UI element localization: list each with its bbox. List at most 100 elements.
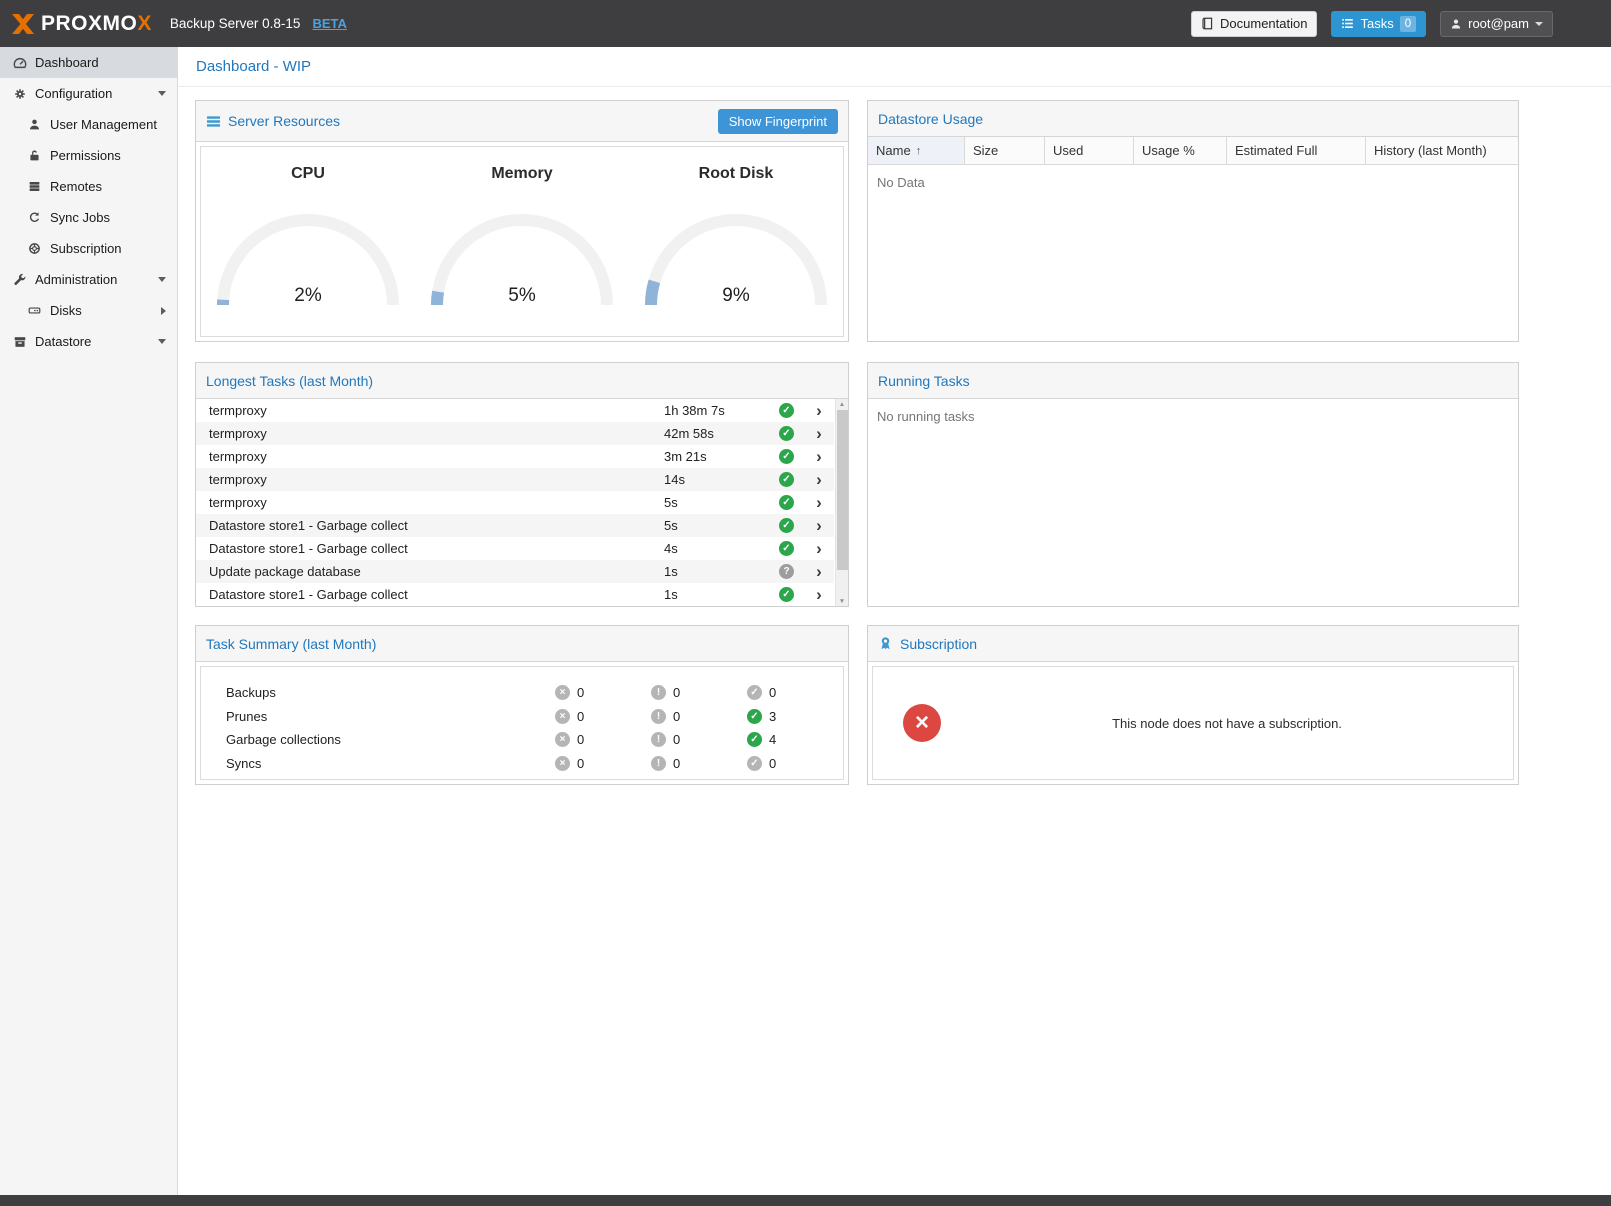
gauge-label: CPU [291, 165, 325, 183]
panel-title: Running Tasks [878, 373, 970, 389]
summary-row[interactable]: Backups×0!0✓0 [201, 681, 843, 705]
documentation-label: Documentation [1220, 16, 1307, 32]
show-fingerprint-button[interactable]: Show Fingerprint [718, 109, 838, 134]
datastore-usage-header: Datastore Usage [868, 101, 1518, 137]
summary-row[interactable]: Garbage collections×0!0✓4 [201, 728, 843, 752]
sidebar-item-label: Subscription [50, 241, 166, 256]
chevron-right-icon[interactable]: › [804, 402, 834, 419]
scroll-up-icon[interactable]: ▲ [839, 399, 845, 409]
scroll-down-icon[interactable]: ▼ [839, 596, 845, 606]
task-ok-icon: ✓ [779, 403, 794, 418]
scrollbar-thumb[interactable] [837, 410, 848, 570]
expander-down-icon[interactable] [158, 277, 166, 282]
chevron-right-icon[interactable]: › [804, 540, 834, 557]
summary-row[interactable]: Syncs×0!0✓0 [201, 752, 843, 776]
expander-right-icon[interactable] [161, 307, 166, 315]
summary-row[interactable]: Prunes×0!0✓3 [201, 705, 843, 729]
no-data-text: No Data [868, 165, 1518, 200]
warning-count-icon: ! [651, 732, 666, 747]
user-menu-button[interactable]: root@pam [1440, 11, 1553, 37]
chevron-right-icon[interactable]: › [804, 586, 834, 603]
sidebar-item-disks[interactable]: Disks [0, 295, 177, 326]
task-row[interactable]: Datastore store1 - Garbage collect1s✓› [196, 583, 834, 606]
sidebar-item-administration[interactable]: Administration [0, 264, 177, 295]
task-row[interactable]: Datastore store1 - Garbage collect4s✓› [196, 537, 834, 560]
chevron-right-icon[interactable]: › [804, 425, 834, 442]
documentation-button[interactable]: Documentation [1191, 11, 1317, 37]
server-resources-panel: Server Resources Show Fingerprint CPU [195, 100, 849, 342]
task-duration: 1h 38m 7s [664, 403, 769, 418]
task-duration: 42m 58s [664, 426, 769, 441]
task-row[interactable]: termproxy42m 58s✓› [196, 422, 834, 445]
task-row[interactable]: Datastore store1 - Garbage collect5s✓› [196, 514, 834, 537]
column-header-estimated-full[interactable]: Estimated Full [1227, 137, 1366, 164]
longest-tasks-rows: termproxy1h 38m 7s✓›termproxy42m 58s✓›te… [196, 399, 848, 606]
sidebar-item-subscription[interactable]: Subscription [0, 233, 177, 264]
chevron-right-icon[interactable]: › [804, 471, 834, 488]
sidebar-item-configuration[interactable]: Configuration [0, 78, 177, 109]
tasks-button[interactable]: Tasks 0 [1331, 11, 1426, 37]
error-count: 0 [577, 732, 584, 747]
task-row[interactable]: Update package database1s?› [196, 560, 834, 583]
hdd-icon [27, 304, 42, 317]
error-count: 0 [577, 709, 584, 724]
scrollbar[interactable]: ▲ ▼ [835, 399, 848, 606]
memory-gauge: Memory 5% [415, 147, 629, 336]
sidebar-item-datastore[interactable]: Datastore [0, 326, 177, 357]
sidebar-item-user-management[interactable]: User Management [0, 109, 177, 140]
longest-tasks-header: Longest Tasks (last Month) [196, 363, 848, 399]
chevron-right-icon[interactable]: › [804, 517, 834, 534]
archive-icon [12, 335, 27, 349]
server-resources-body: CPU 2% [196, 142, 848, 341]
datastore-usage-body: Name ↑ Size Used Usage % Estimated Full … [868, 137, 1518, 341]
task-list-icon [1341, 17, 1354, 30]
gauge-label: Root Disk [699, 165, 774, 183]
app-title: Backup Server 0.8-15 [170, 16, 301, 31]
task-unknown-icon: ? [779, 564, 794, 579]
chevron-right-icon[interactable]: › [804, 448, 834, 465]
chevron-right-icon[interactable]: › [804, 494, 834, 511]
task-duration: 3m 21s [664, 449, 769, 464]
task-ok-icon: ✓ [779, 495, 794, 510]
error-count: 0 [577, 756, 584, 771]
gauge-value: 2% [213, 285, 403, 307]
task-ok-icon: ✓ [779, 587, 794, 602]
sidebar-item-remotes[interactable]: Remotes [0, 171, 177, 202]
warning-count: 0 [673, 756, 680, 771]
error-count-icon: × [555, 685, 570, 700]
sidebar-item-label: Administration [35, 272, 150, 287]
task-row[interactable]: termproxy3m 21s✓› [196, 445, 834, 468]
sidebar-item-permissions[interactable]: Permissions [0, 140, 177, 171]
tasks-label: Tasks [1360, 16, 1393, 32]
expander-down-icon[interactable] [158, 91, 166, 96]
subscription-panel: Subscription × This node does not have a… [867, 625, 1519, 785]
warning-count-icon: ! [651, 685, 666, 700]
ok-count-icon: ✓ [747, 685, 762, 700]
task-ok-icon: ✓ [779, 449, 794, 464]
warning-count: 0 [673, 709, 680, 724]
task-row[interactable]: termproxy14s✓› [196, 468, 834, 491]
column-header-history[interactable]: History (last Month) [1366, 137, 1518, 164]
task-row[interactable]: termproxy5s✓› [196, 491, 834, 514]
main-area: Dashboard - WIP Server Resources Show Fi… [178, 47, 1611, 1195]
gauge-value: 9% [641, 285, 831, 307]
chevron-right-icon[interactable]: › [804, 563, 834, 580]
expander-down-icon[interactable] [158, 339, 166, 344]
bottom-edge-bar [0, 1195, 1611, 1206]
column-header-usage-pct[interactable]: Usage % [1134, 137, 1227, 164]
task-summary-panel: Task Summary (last Month) Backups×0!0✓0P… [195, 625, 849, 785]
task-summary-rows: Backups×0!0✓0Prunes×0!0✓3Garbage collect… [200, 666, 844, 780]
sidebar-item-dashboard[interactable]: Dashboard [0, 47, 177, 78]
task-name: Update package database [209, 564, 664, 579]
ok-count-icon: ✓ [747, 709, 762, 724]
summary-label: Backups [226, 685, 555, 700]
sidebar-item-sync-jobs[interactable]: Sync Jobs [0, 202, 177, 233]
summary-label: Garbage collections [226, 732, 555, 747]
beta-link[interactable]: BETA [312, 16, 346, 31]
column-header-name[interactable]: Name ↑ [868, 137, 965, 164]
task-row[interactable]: termproxy1h 38m 7s✓› [196, 399, 834, 422]
user-icon [27, 118, 42, 131]
column-header-used[interactable]: Used [1045, 137, 1134, 164]
column-header-size[interactable]: Size [965, 137, 1045, 164]
task-name: termproxy [209, 472, 664, 487]
